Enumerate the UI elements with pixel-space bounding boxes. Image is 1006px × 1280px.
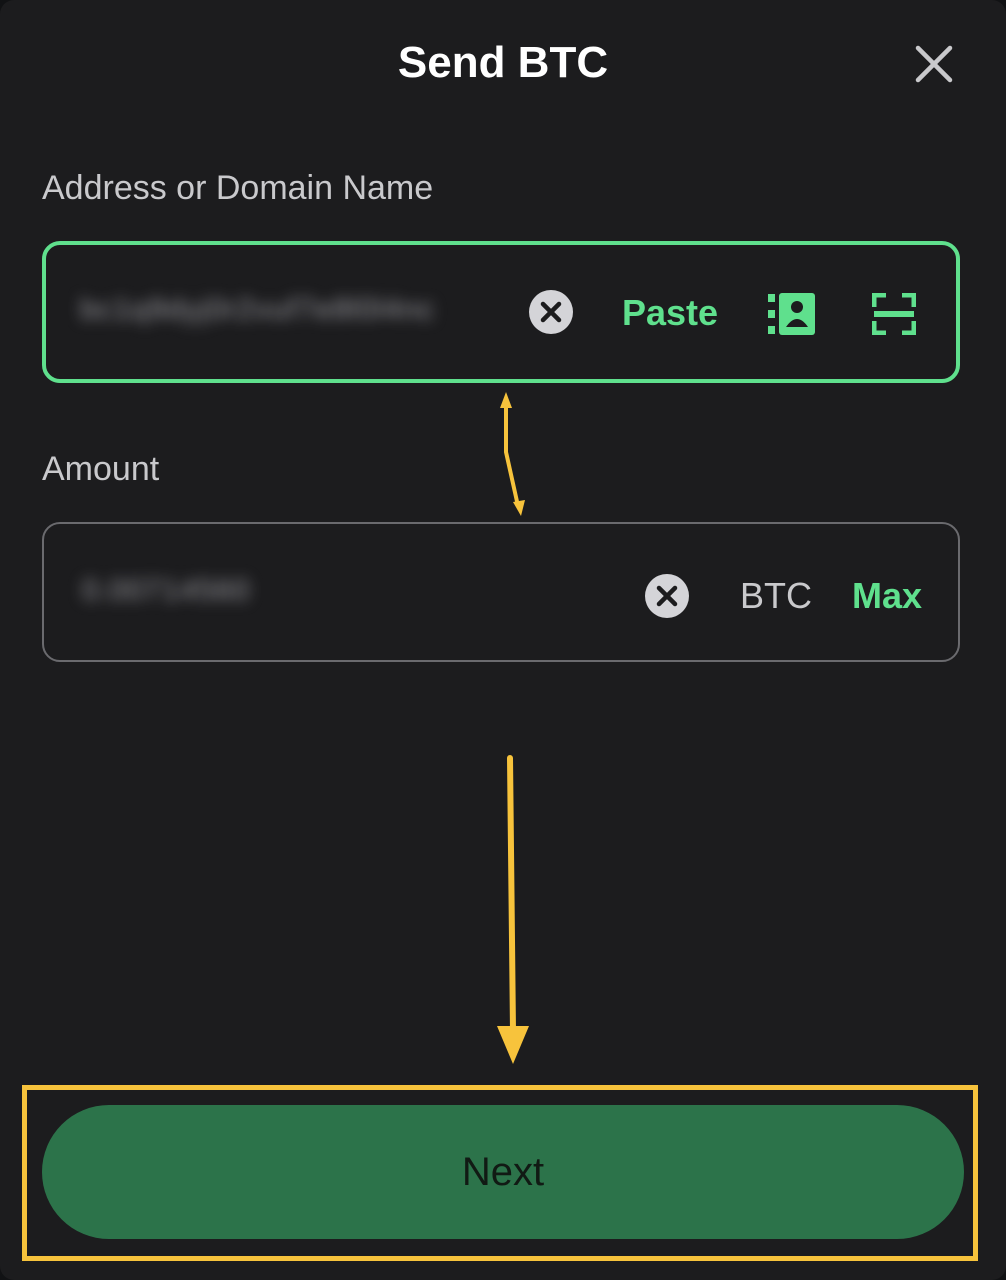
amount-label: Amount [42, 450, 160, 488]
currency-unit: BTC [740, 575, 812, 616]
scan-qr-button[interactable] [871, 292, 917, 340]
address-value[interactable]: bc1q9dyj0r2vuf7e8l0l4nc [80, 293, 500, 327]
double-arrow-annotation [500, 392, 525, 516]
address-book-icon [768, 293, 815, 335]
clear-circle-icon [645, 574, 689, 618]
close-button[interactable] [908, 38, 960, 90]
send-btc-dialog: Send BTC Address or Domain Name bc1q9dyj… [0, 0, 1006, 1280]
address-clear-button[interactable] [528, 289, 574, 335]
amount-input[interactable]: 0.00714560 BTC Max [42, 522, 960, 662]
max-button[interactable]: Max [852, 574, 922, 618]
amount-value[interactable]: 0.00714560 [82, 574, 312, 608]
address-input[interactable]: bc1q9dyj0r2vuf7e8l0l4nc Paste [42, 241, 960, 383]
clear-circle-icon [529, 290, 573, 334]
down-arrow-annotation [497, 755, 529, 1064]
address-label: Address or Domain Name [42, 169, 434, 207]
scan-qr-icon [871, 292, 917, 336]
amount-clear-button[interactable] [644, 573, 690, 619]
dialog-title: Send BTC [397, 38, 609, 87]
address-book-button[interactable] [768, 293, 816, 340]
paste-button[interactable]: Paste [622, 291, 718, 335]
close-icon [915, 45, 953, 83]
next-button[interactable]: Next [42, 1105, 964, 1239]
